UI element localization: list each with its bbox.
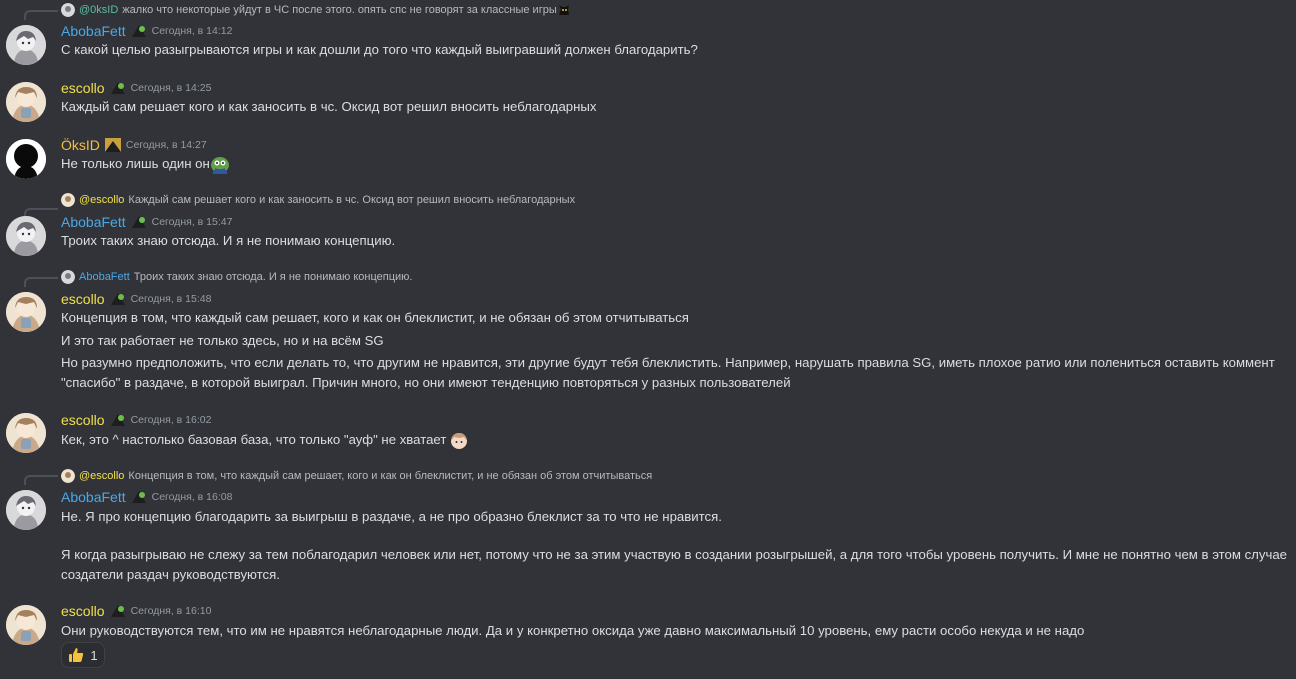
message-text: Не только лишь один он bbox=[61, 154, 1286, 174]
author-name[interactable]: ÖksID bbox=[61, 137, 100, 153]
timestamp: Сегодня, в 16:10 bbox=[130, 605, 212, 617]
avatar[interactable] bbox=[6, 82, 46, 122]
message-text: Каждый сам решает кого и как заносить в … bbox=[61, 99, 597, 114]
message-text: Я когда разыгрываю не слежу за тем побла… bbox=[61, 547, 1288, 582]
timestamp: Сегодня, в 15:47 bbox=[151, 216, 233, 228]
reply-avatar bbox=[61, 469, 75, 483]
timestamp: Сегодня, в 15:48 bbox=[130, 293, 212, 305]
author-name[interactable]: AbobaFett bbox=[61, 23, 126, 39]
thumbs-up-icon bbox=[69, 648, 84, 662]
reply-author[interactable]: @escollo bbox=[79, 194, 124, 206]
reply-preview[interactable]: @0ksID жалко что некоторые уйдут в ЧС по… bbox=[61, 1, 571, 19]
role-badge-icon bbox=[131, 25, 146, 37]
reply-avatar bbox=[61, 270, 75, 284]
reaction-count: 1 bbox=[90, 647, 98, 663]
role-badge-icon bbox=[131, 491, 146, 503]
reply-text: жалко что некоторые уйдут в ЧС после это… bbox=[122, 4, 557, 16]
reply-text: Каждый сам решает кого и как заносить в … bbox=[128, 194, 576, 206]
timestamp: Сегодня, в 16:02 bbox=[130, 414, 212, 426]
reply-avatar bbox=[61, 193, 75, 207]
message-text: Не. Я про концепцию благодарить за выигр… bbox=[61, 509, 722, 524]
avatar[interactable] bbox=[6, 216, 46, 256]
reply-text: Концепция в том, что каждый сам решает, … bbox=[128, 470, 653, 482]
role-badge-icon bbox=[110, 414, 125, 426]
author-name[interactable]: AbobaFett bbox=[61, 489, 126, 505]
avatar[interactable] bbox=[6, 292, 46, 332]
reply-author[interactable]: AbobaFett bbox=[79, 271, 130, 283]
author-name[interactable]: escollo bbox=[61, 80, 105, 96]
message-text: Но разумно предположить, что если делать… bbox=[61, 355, 1275, 390]
reply-author[interactable]: @0ksID bbox=[79, 4, 118, 16]
reply-preview[interactable]: @escollo Каждый сам решает кого и как за… bbox=[61, 191, 575, 209]
avatar[interactable] bbox=[6, 25, 46, 65]
message-text: Троих таких знаю отсюда. И я не понимаю … bbox=[61, 233, 396, 248]
reply-connector bbox=[24, 10, 58, 20]
role-badge-icon bbox=[110, 82, 125, 94]
role-badge-icon bbox=[110, 293, 125, 305]
message-text: Кек, это ^ настолько базовая база, что т… bbox=[61, 430, 1286, 450]
reply-author[interactable]: @escollo bbox=[79, 470, 124, 482]
reply-avatar bbox=[61, 3, 75, 17]
author-name[interactable]: AbobaFett bbox=[61, 214, 126, 230]
timestamp: Сегодня, в 16:08 bbox=[151, 491, 233, 503]
avatar[interactable] bbox=[6, 605, 46, 645]
timestamp: Сегодня, в 14:27 bbox=[125, 139, 207, 151]
pepe-emoji-icon bbox=[210, 156, 229, 174]
message-text: И это так работает не только здесь, но и… bbox=[61, 333, 384, 348]
message-text: Концепция в том, что каждый сам решает, … bbox=[61, 310, 689, 325]
role-badge-icon bbox=[104, 138, 121, 152]
role-badge-icon bbox=[131, 216, 146, 228]
anime-girl-emoji-icon bbox=[451, 432, 468, 449]
timestamp: Сегодня, в 14:12 bbox=[151, 25, 233, 37]
reply-connector bbox=[24, 475, 58, 485]
reply-preview[interactable]: @escollo Концепция в том, что каждый сам… bbox=[61, 467, 652, 485]
avatar[interactable] bbox=[6, 413, 46, 453]
role-badge-icon bbox=[110, 605, 125, 617]
reply-text: Троих таких знаю отсюда. И я не понимаю … bbox=[133, 271, 413, 283]
author-name[interactable]: escollo bbox=[61, 412, 105, 428]
author-name[interactable]: escollo bbox=[61, 603, 105, 619]
reply-connector bbox=[24, 277, 58, 287]
avatar[interactable] bbox=[6, 139, 46, 179]
message-text: С какой целью разыгрываются игры и как д… bbox=[61, 42, 698, 57]
timestamp: Сегодня, в 14:25 bbox=[130, 82, 212, 94]
reply-preview[interactable]: AbobaFett Троих таких знаю отсюда. И я н… bbox=[61, 268, 412, 286]
author-name[interactable]: escollo bbox=[61, 291, 105, 307]
message-text: Они руководствуются тем, что им не нравя… bbox=[61, 623, 1085, 638]
avatar[interactable] bbox=[6, 490, 46, 530]
reaction-thumbs-up[interactable]: 1 bbox=[61, 642, 105, 668]
cat-emoji-icon bbox=[558, 5, 569, 15]
